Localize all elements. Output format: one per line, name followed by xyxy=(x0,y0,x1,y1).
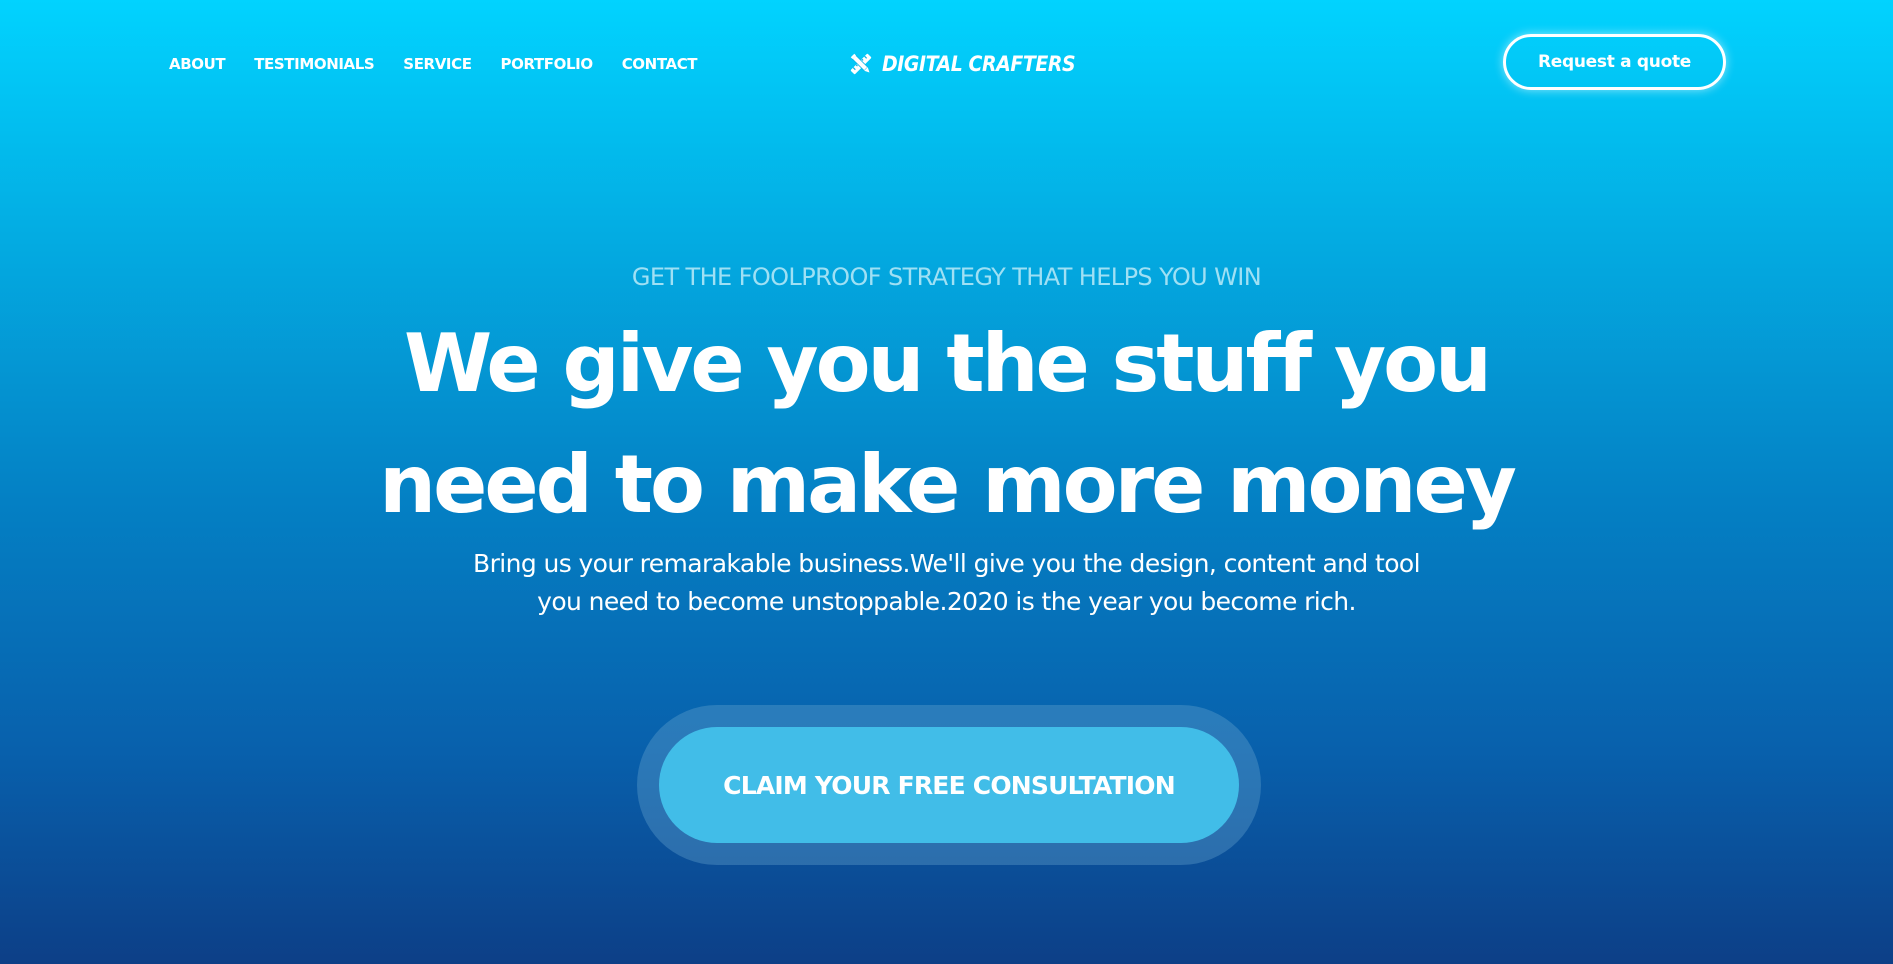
claim-consultation-button[interactable]: CLAIM YOUR FREE CONSULTATION xyxy=(659,727,1239,843)
main-nav: ABOUT TESTIMONIALS SERVICE PORTFOLIO CON… xyxy=(169,54,698,74)
nav-link-service[interactable]: SERVICE xyxy=(403,54,472,74)
site-header: ABOUT TESTIMONIALS SERVICE PORTFOLIO CON… xyxy=(0,0,1893,128)
brand-name: DIGITAL CRAFTERS xyxy=(882,52,1076,76)
hero-subtext-line-1: Bring us your remarakable business.We'll… xyxy=(473,549,1421,578)
hero-headline-line-2: need to make more money xyxy=(379,438,1517,531)
hero-subtext: Bring us your remarakable business.We'll… xyxy=(0,545,1893,621)
nav-link-about[interactable]: ABOUT xyxy=(169,54,226,74)
nav-link-contact[interactable]: CONTACT xyxy=(622,54,698,74)
nav-item-contact: CONTACT xyxy=(622,54,698,74)
cta-halo: CLAIM YOUR FREE CONSULTATION xyxy=(637,705,1261,865)
nav-item-testimonials: TESTIMONIALS xyxy=(254,54,374,74)
nav-link-testimonials[interactable]: TESTIMONIALS xyxy=(254,54,374,74)
nav-item-portfolio: PORTFOLIO xyxy=(501,54,594,74)
request-quote-button[interactable]: Request a quote xyxy=(1503,34,1726,90)
hero-eyebrow: GET THE FOOLPROOF STRATEGY THAT HELPS YO… xyxy=(631,263,1262,291)
crossed-pencil-ruler-icon xyxy=(850,53,872,75)
nav-link-portfolio[interactable]: PORTFOLIO xyxy=(501,54,594,74)
brand-logo[interactable]: DIGITAL CRAFTERS xyxy=(848,48,1076,80)
hero-headline-line-1: We give you the stuff you xyxy=(404,317,1492,410)
hero-headline: We give you the stuff you need to make m… xyxy=(0,303,1893,545)
nav-item-service: SERVICE xyxy=(403,54,472,74)
hero-subtext-line-2: you need to become unstoppable.2020 is t… xyxy=(537,587,1356,616)
nav-item-about: ABOUT xyxy=(169,54,226,74)
